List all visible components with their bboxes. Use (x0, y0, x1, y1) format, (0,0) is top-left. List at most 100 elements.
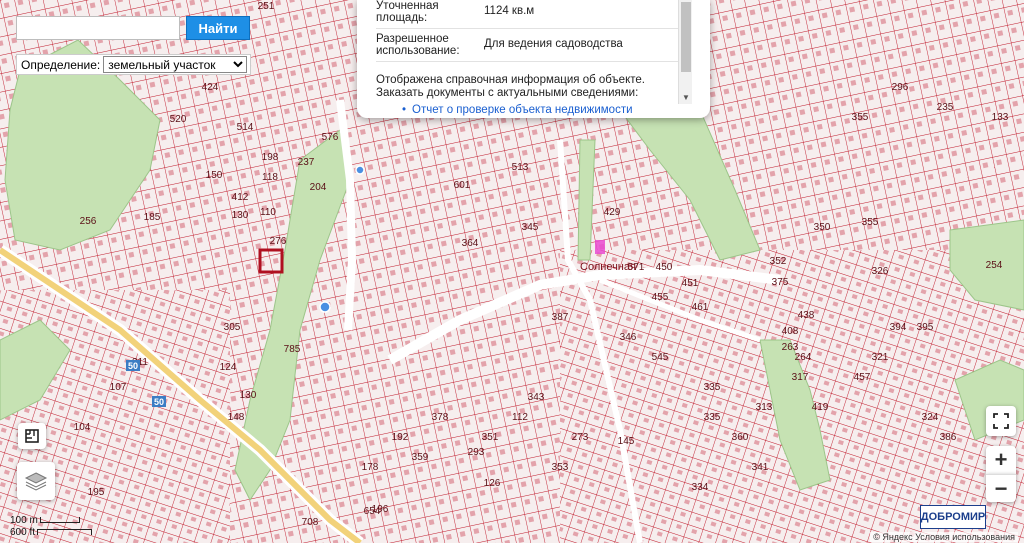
map-label: 450 (656, 262, 673, 273)
brand-logo[interactable]: ДОБРОМИР (920, 505, 986, 529)
map-label: 419 (812, 402, 829, 413)
map-label: 461 (692, 302, 709, 313)
map-label: 198 (262, 152, 279, 163)
map-label: 293 (468, 447, 485, 458)
report-link[interactable]: Отчет о проверке объекта недвижимости (402, 104, 678, 116)
scroll-thumb[interactable] (681, 2, 691, 72)
map-label: 364 (462, 238, 479, 249)
map-copyright[interactable]: © Яндекс Условия использования (870, 532, 1018, 542)
zoom-in-button[interactable]: + (986, 446, 1016, 474)
scroll-down-icon[interactable]: ▼ (682, 93, 690, 102)
road-label: 50 (128, 361, 138, 371)
map-label: 601 (454, 180, 471, 191)
map-label: 395 (917, 322, 934, 333)
map-label: 378 (432, 412, 449, 423)
map-label: 335 (704, 382, 721, 393)
map-label: 353 (552, 462, 569, 473)
map-label: 178 (362, 462, 379, 473)
map-label: 785 (284, 344, 301, 355)
map-label: 148 (228, 412, 245, 423)
zoom-out-button[interactable]: − (986, 474, 1016, 502)
map-label: 296 (892, 82, 909, 93)
ruler-icon (25, 429, 39, 443)
map-label: 124 (220, 362, 237, 373)
map-label: 107 (110, 382, 127, 393)
map-label: 520 (170, 114, 187, 125)
map-label: 375 (772, 277, 789, 288)
definition-selector: Определение: земельный участок (16, 54, 252, 75)
road-label: 50 (154, 397, 164, 407)
area-row: Уточненная площадь: 1124 кв.м (376, 0, 678, 29)
map-label: 110 (260, 207, 276, 218)
popup-note: Отображена справочная информация об объе… (376, 74, 645, 99)
layers-button[interactable] (17, 462, 55, 500)
map-label: 112 (512, 412, 528, 423)
map-label: 192 (392, 432, 409, 443)
scale-bar: 100 m 600 ft (10, 514, 93, 538)
map-label: 126 (484, 478, 501, 489)
search-input[interactable] (16, 16, 180, 40)
map-label: 237 (298, 157, 315, 168)
map-label: 386 (940, 432, 957, 443)
map-label: 455 (652, 292, 669, 303)
definition-label: Определение: (21, 57, 101, 72)
scale-metric: 100 m (10, 514, 38, 526)
map-label: 313 (756, 402, 773, 413)
use-key: Разрешенное использование: (376, 33, 460, 57)
map-label: 350 (814, 222, 831, 233)
map-label: 457 (854, 372, 871, 383)
map-label: 345 (522, 222, 539, 233)
map-label: 334 (692, 482, 709, 493)
map-label: 451 (682, 278, 699, 289)
area-key: Уточненная площадь: (376, 0, 439, 24)
scale-imperial: 600 ft (10, 526, 36, 538)
map-label: 264 (795, 352, 812, 363)
info-popup: Уточненная площадь: 1124 кв.м Разрешенно… (357, 0, 710, 118)
search-button[interactable]: Найти (186, 16, 250, 40)
search-bar: Найти (16, 16, 250, 40)
map-label: 424 (202, 82, 219, 93)
map-label: 256 (80, 216, 97, 227)
map-label: 254 (986, 260, 1003, 271)
map-label: 145 (618, 436, 635, 447)
map-label: 429 (604, 207, 621, 218)
map-label: 321 (872, 352, 889, 363)
map-label: 346 (620, 332, 637, 343)
map-label: 118 (262, 172, 278, 183)
map-label: 343 (528, 392, 545, 403)
map-label: 708 (302, 517, 319, 528)
popup-scrollbar[interactable]: ▼ (678, 0, 692, 104)
map-label: 324 (922, 412, 939, 423)
map-label: 185 (144, 212, 161, 223)
map-label: 351 (482, 432, 499, 443)
map-label: 326 (872, 266, 889, 277)
use-value: Для ведения садоводства (484, 38, 623, 50)
fullscreen-button[interactable] (986, 406, 1016, 436)
map-label: 195 (88, 487, 105, 498)
map-label: 438 (798, 310, 815, 321)
map-label: 133 (992, 112, 1009, 123)
map-label: 305 (224, 322, 241, 333)
map-label: 545 (652, 352, 669, 363)
map-label: 359 (412, 452, 429, 463)
map-label: 204 (310, 182, 327, 193)
place-label: Солнечная (580, 261, 636, 273)
ruler-button[interactable] (18, 423, 46, 449)
map-label: 276 (270, 236, 287, 247)
definition-select[interactable]: земельный участок (103, 56, 248, 73)
map-label: 387 (552, 312, 569, 323)
map-label: 514 (237, 122, 254, 133)
map-label: 576 (322, 132, 339, 143)
map-label: 335 (704, 412, 721, 423)
map-label: 352 (770, 256, 787, 267)
map-label: 408 (782, 326, 799, 337)
map-label: 513 (512, 162, 529, 173)
fullscreen-icon (993, 413, 1009, 429)
use-row: Разрешенное использование: Для ведения с… (376, 29, 678, 62)
map-label: 130 (240, 390, 257, 401)
map-label: 273 (572, 432, 589, 443)
map-label: 251 (258, 1, 275, 12)
map-label: 104 (74, 422, 91, 433)
map-label: 341 (752, 462, 769, 473)
map-label: 196 (372, 504, 389, 515)
